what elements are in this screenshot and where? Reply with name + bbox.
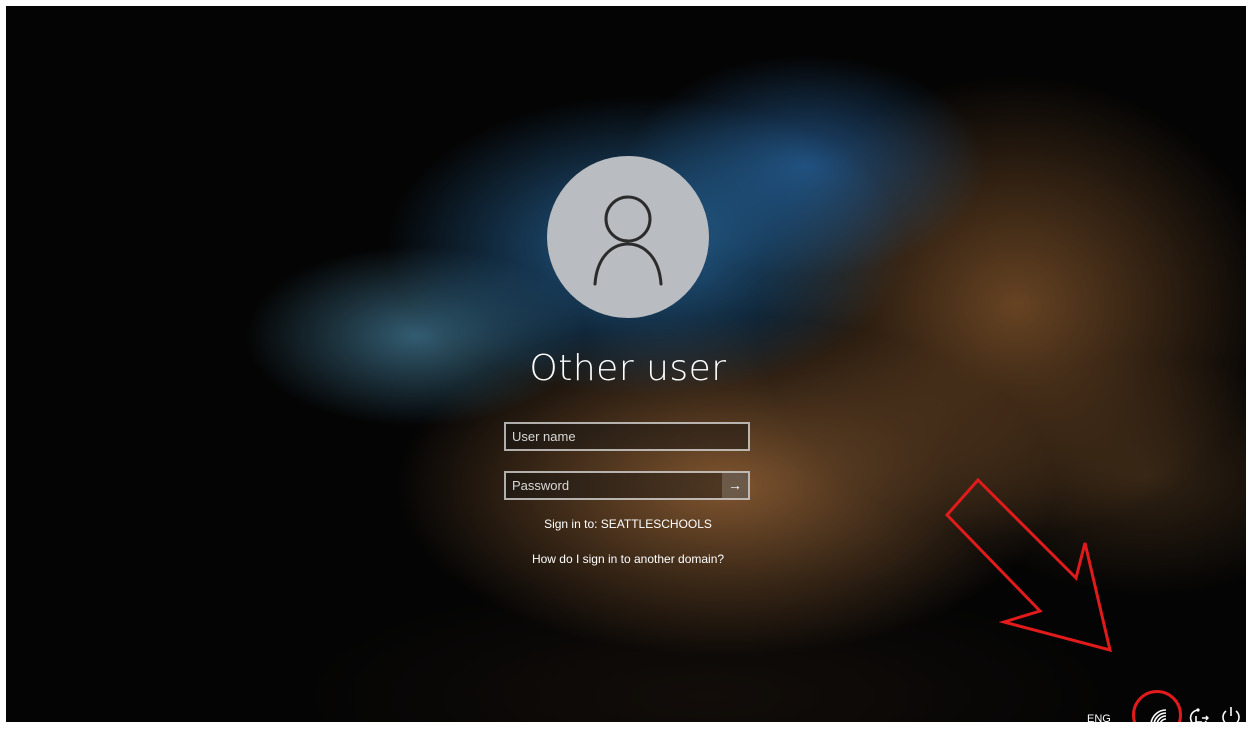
annotation-arrow (944, 477, 1113, 653)
